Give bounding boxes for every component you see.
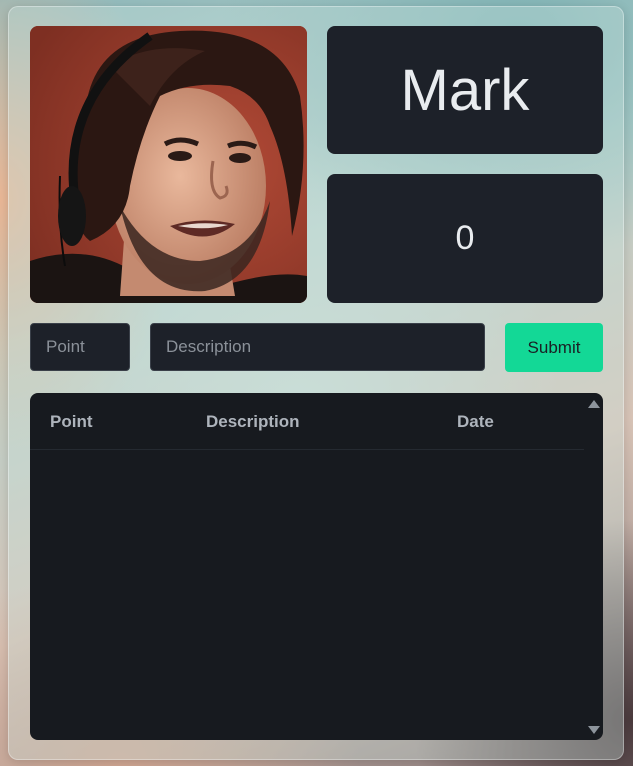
submit-button[interactable]: Submit xyxy=(505,323,603,372)
player-name: Mark xyxy=(400,57,530,123)
player-name-card: Mark xyxy=(327,26,603,154)
table-header: Point Description Date xyxy=(30,393,584,450)
avatar-photo-icon xyxy=(30,26,307,303)
point-input[interactable] xyxy=(30,323,130,371)
avatar xyxy=(30,26,307,303)
score-value: 0 xyxy=(455,219,475,257)
column-header-description[interactable]: Description xyxy=(206,412,300,432)
column-header-point[interactable]: Point xyxy=(50,412,93,432)
scroll-up-arrow-icon[interactable] xyxy=(588,400,600,408)
description-input[interactable] xyxy=(150,323,485,371)
history-table: Point Description Date xyxy=(30,393,603,740)
column-header-date[interactable]: Date xyxy=(457,412,494,432)
score-card: 0 xyxy=(327,174,603,303)
table-scrollbar[interactable] xyxy=(585,393,603,740)
table-body xyxy=(30,450,584,740)
scroll-down-arrow-icon[interactable] xyxy=(588,726,600,734)
